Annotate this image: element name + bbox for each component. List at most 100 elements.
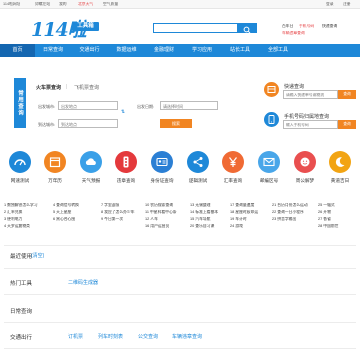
tool-speed-test[interactable]: 网速测试 (4, 151, 36, 188)
list-link[interactable]: 5 天上星座 (53, 210, 100, 215)
list-link[interactable]: 9 今日第一次 (101, 217, 148, 222)
phone-query-button[interactable]: 查询 (338, 120, 356, 129)
list-link[interactable]: 18 星座时辰命运 (230, 210, 277, 215)
tool-label: 身份证查询 (150, 178, 174, 183)
list-link[interactable]: 17 查询量速度 (230, 203, 277, 208)
clear-recent-link[interactable]: (清空) (31, 252, 44, 259)
list-link[interactable]: 16 用户运营员 (145, 224, 192, 229)
list-link[interactable]: 10 农历搜索查询 (145, 203, 192, 208)
tool-label: 网速测试 (10, 178, 30, 183)
nav-item[interactable]: 日常查询 (35, 44, 71, 57)
list-link[interactable]: 27 各省 (318, 217, 358, 222)
list-link[interactable]: 3 便利电力 (4, 217, 51, 222)
tool-label: 汇率查询 (223, 178, 243, 183)
list-link[interactable]: 8 我应了怎么办少年 (101, 210, 148, 215)
tab-train[interactable]: 火车票查询 (36, 84, 61, 91)
list-link[interactable]: 1 数独解答怎么学习 (4, 203, 51, 208)
express-field (283, 90, 338, 99)
tool-weather[interactable]: 天气预报 (75, 151, 107, 188)
moon-icon (335, 157, 345, 167)
hot-link[interactable]: 车辆违章查询 (282, 31, 305, 36)
main-nav: 首页 日常查询 交通出行 数据运维 金融理财 学习应用 站长工具 全部工具 (0, 44, 360, 57)
express-input[interactable] (286, 92, 336, 98)
section-link[interactable]: 列车时刻表 (98, 333, 123, 340)
search-ticket-button[interactable]: 搜索 (160, 119, 192, 128)
yuan-icon (229, 157, 237, 167)
nav-home[interactable]: 首页 (0, 44, 35, 57)
section-link[interactable]: 二维码生成器 (68, 279, 98, 286)
list-link[interactable]: 26 开物 (318, 210, 358, 215)
tool-calendar[interactable]: 万年历 (39, 151, 71, 188)
traffic-light-icon (123, 156, 129, 168)
tool-dream[interactable]: 周公解梦 (289, 151, 321, 188)
list-link[interactable]: 24 游戏 (230, 224, 277, 229)
section-link[interactable]: 订机票 (68, 333, 83, 340)
tool-logic[interactable]: 逻辑测试 (182, 151, 214, 188)
tool-label: 黄道吉日 (330, 178, 350, 183)
nav-item[interactable]: 学习应用 (183, 44, 221, 57)
list-link[interactable]: 19 车计时 (230, 217, 277, 222)
tool-id-card[interactable]: 身份证查询 (146, 151, 178, 188)
phone-title: 手机号码归属地查询 (284, 114, 330, 120)
phone-icon (264, 112, 279, 127)
from-input[interactable] (61, 103, 115, 109)
list-link[interactable]: 23 拼音字输出 (272, 217, 319, 222)
list-link[interactable]: 11 中星科看中心条 (145, 210, 192, 215)
tool-lucky-day[interactable]: 黄道吉日 (324, 151, 356, 188)
top-link[interactable]: 114啦网址 (3, 2, 20, 7)
list-link[interactable]: 22 查询一日小程序 (272, 210, 319, 215)
common-query-panel: 常用查询 火车票查询 | 飞机票查询 出发城市: ⇅ 到达城市: 出发日期: 搜… (14, 72, 266, 142)
phone-input[interactable] (286, 122, 336, 128)
section-link[interactable]: 公交查询 (138, 333, 158, 340)
hot-link[interactable]: 百年日 (282, 24, 293, 29)
calendar-icon (49, 157, 61, 168)
nav-item[interactable]: 数据运维 (108, 44, 145, 57)
nav-item[interactable]: 交通出行 (71, 44, 108, 57)
site-logo[interactable]: 114啦 工具箱 (31, 15, 111, 41)
tool-label: 逻辑测试 (188, 178, 208, 183)
list-link[interactable]: 12 人车 (145, 217, 192, 222)
section-title: 交通出行 (10, 335, 33, 341)
to-label: 到达城市: (38, 122, 56, 127)
tool-violation[interactable]: 违章查询 (110, 151, 142, 188)
search-icon (243, 26, 251, 34)
list-link[interactable]: 4 查询信号转换 (53, 203, 100, 208)
express-icon (264, 82, 279, 97)
nav-item[interactable]: 全部工具 (259, 44, 297, 57)
air-quality-link[interactable]: 空气质量 (103, 2, 118, 7)
divider (4, 294, 356, 295)
date-input[interactable] (163, 103, 217, 109)
login-link[interactable]: 登录 (326, 2, 334, 7)
face-icon (300, 157, 310, 167)
tool-exchange-rate[interactable]: 汇率查询 (217, 151, 249, 188)
hot-link[interactable]: 快递查询 (322, 24, 337, 29)
to-input[interactable] (61, 121, 115, 127)
express-query-button[interactable]: 查询 (338, 90, 356, 99)
list-link[interactable]: 25 一幅式 (318, 203, 358, 208)
search-button[interactable] (237, 23, 257, 34)
date-field (160, 101, 218, 110)
top-link[interactable]: 卯螺左站 (35, 2, 50, 7)
date-label: 出发日期: (137, 104, 155, 109)
divider (4, 322, 356, 323)
list-link[interactable]: 28 中国前世 (318, 224, 358, 229)
hot-link[interactable]: 手机号码 (299, 24, 314, 29)
swap-icon[interactable]: ⇅ (120, 109, 126, 115)
register-link[interactable]: 注册 (343, 2, 351, 7)
top-link[interactable]: 我的 (59, 2, 67, 7)
list-link[interactable]: 2 汇率兑换 (4, 210, 51, 215)
search-input[interactable] (156, 25, 222, 32)
nav-item[interactable]: 金融理财 (145, 44, 183, 57)
list-link[interactable]: 6 黑心合心图 (53, 217, 100, 222)
tab-flight[interactable]: 飞机票查询 (74, 84, 99, 91)
list-link[interactable]: 7 字里返吸 (101, 203, 148, 208)
list-link[interactable]: 21 台历月份怎么运动 (272, 203, 319, 208)
tool-postcode[interactable]: 邮编区号 (253, 151, 285, 188)
from-field (58, 101, 118, 110)
nav-item[interactable]: 站长工具 (221, 44, 259, 57)
express-title: 快递查询 (284, 84, 305, 90)
weather-link[interactable]: 北京天气 (78, 2, 93, 7)
section-link[interactable]: 车辆违章查询 (172, 333, 202, 340)
list-link[interactable]: 4 天罗运复物类 (4, 224, 51, 229)
tool-label: 邮编区号 (259, 178, 279, 183)
